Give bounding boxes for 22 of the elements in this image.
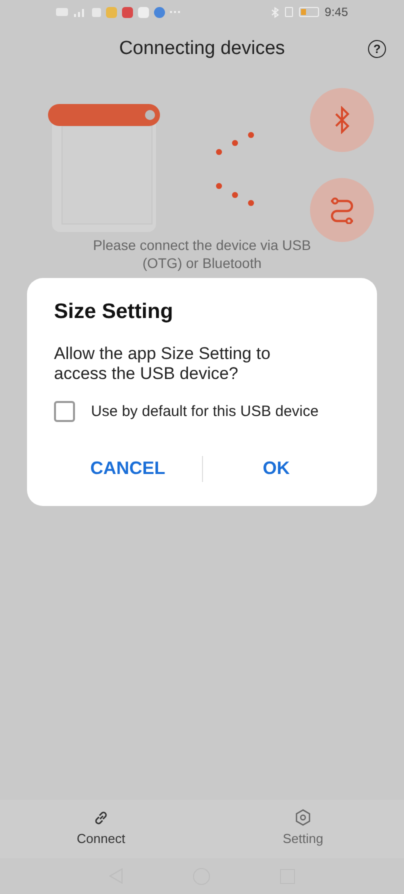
cancel-button[interactable]: CANCEL [86,451,170,486]
help-button[interactable]: ? [368,40,386,58]
checkbox-label: Use by default for this USB device [91,402,319,422]
checkbox[interactable] [54,401,75,422]
ok-button[interactable]: OK [258,451,294,486]
settings-icon [295,809,311,826]
nav-tab[interactable]: Setting [202,800,404,858]
signal-icon [73,7,87,17]
connection-hint: Please connect the device via USB (OTG) or Bluetooth [92,236,312,272]
app-icon [106,6,117,18]
battery-icon [298,7,319,17]
bluetooth-icon [334,106,350,134]
bluetooth-icon [270,6,279,18]
dialog-message: Allow the app Size Setting to access the USB device? [54,344,272,384]
status-time: 9:45 [324,4,348,21]
link-icon [93,810,109,826]
cable-icon [328,196,356,224]
nav-tab[interactable]: Connect [0,800,202,858]
app-icon [122,6,133,18]
page-title: Connecting devices [119,36,285,61]
dialog-title: Size Setting [54,299,174,325]
app-icon [154,6,165,18]
